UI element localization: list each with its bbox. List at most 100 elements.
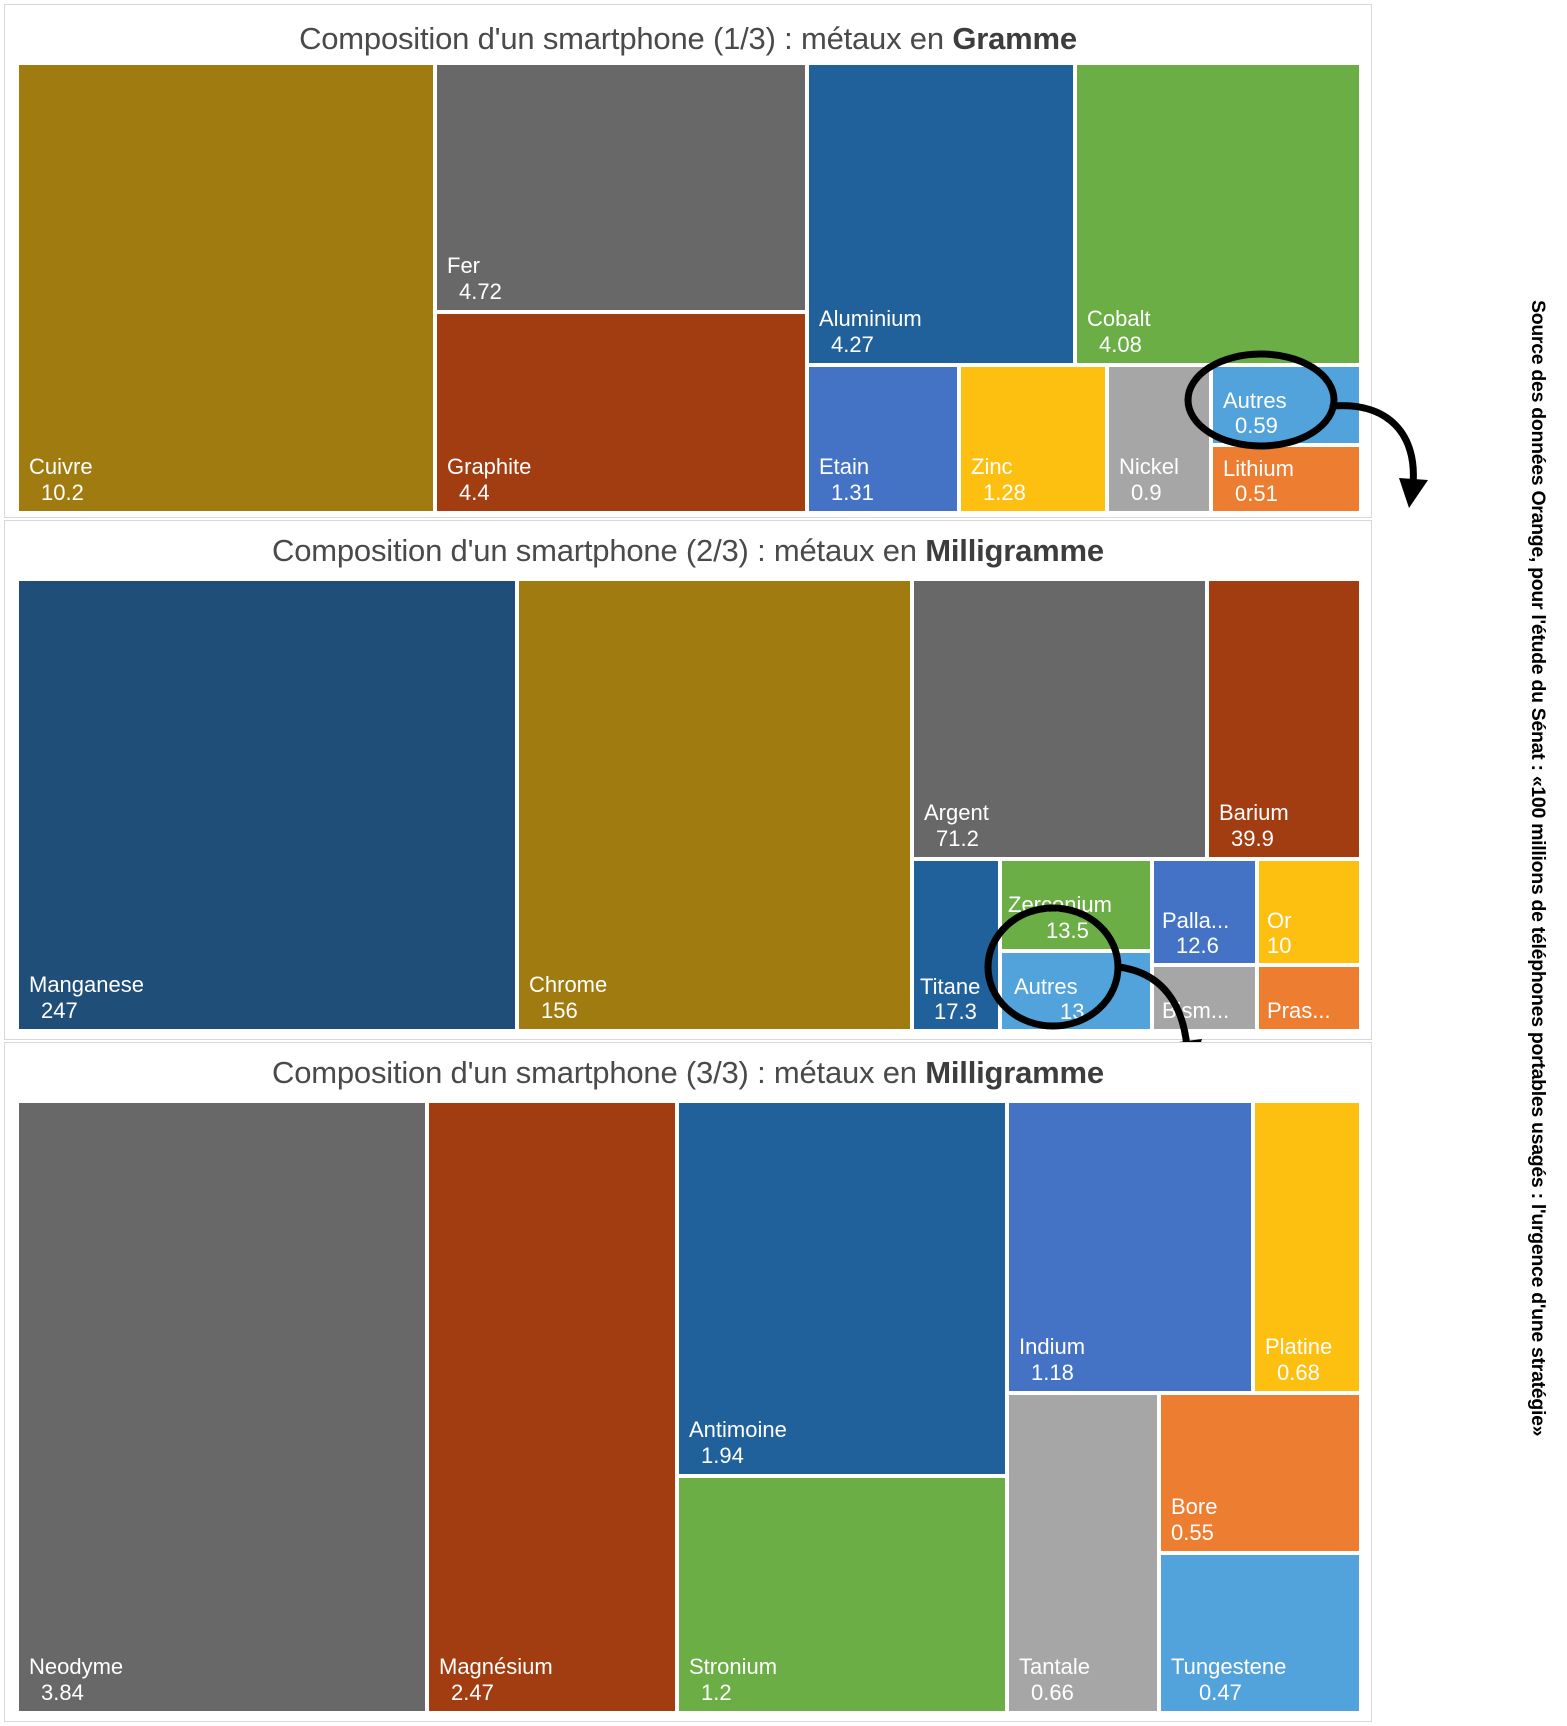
tile-label-name: Bore <box>1171 1494 1218 1519</box>
tile-label-name: Nickel <box>1119 454 1179 479</box>
tile-label-name: Stronium <box>689 1654 778 1679</box>
tile-label-value: 4.72 <box>459 279 502 304</box>
tile-label-value: 71.2 <box>936 826 979 851</box>
panel-2: Composition d'un smartphone (2/3) : méta… <box>4 520 1372 1040</box>
tile-label-name: Fer <box>447 253 480 278</box>
tile-label-name: Graphite <box>447 454 532 479</box>
tile-label-name: Etain <box>819 454 870 479</box>
tile-label-value: 1.31 <box>831 480 874 505</box>
tile-manganese[interactable]: Manganese 247 <box>17 579 517 1031</box>
panel-1-title: Composition d'un smartphone (1/3) : méta… <box>5 21 1371 57</box>
tile-label-value: 0.9 <box>1131 480 1162 505</box>
panel-2-title-prefix: Composition d'un smartphone (2/3) : méta… <box>272 533 926 568</box>
tile-label-name: Lithium <box>1223 456 1294 481</box>
tile-label-value: 10 <box>1267 933 1292 958</box>
tile-label-name: Zerconium <box>1008 892 1112 917</box>
tile-label-value: 4.08 <box>1099 332 1142 357</box>
tile-label-name: Autres <box>1223 388 1287 413</box>
tile-platine[interactable]: Platine 0.68 <box>1253 1101 1361 1393</box>
tile-label-value: 4.4 <box>459 480 490 505</box>
tile-label-name: Titane <box>920 974 981 999</box>
tile-cobalt[interactable]: Cobalt 4.08 <box>1075 63 1361 365</box>
tile-lithium[interactable]: Lithium 0.51 <box>1211 445 1361 513</box>
tile-label-value: 39.9 <box>1231 826 1274 851</box>
tile-label-value: 2.47 <box>451 1680 494 1705</box>
source-note: Source des données Orange, pour l'étude … <box>1527 300 1549 1437</box>
tile-label-name: Magnésium <box>439 1654 553 1679</box>
tile-autres[interactable]: Autres 0.59 <box>1211 365 1361 445</box>
tile-barium[interactable]: Barium 39.9 <box>1207 579 1361 859</box>
tile-label-name: Indium <box>1019 1334 1086 1359</box>
panel-2-title-unit: Milligramme <box>925 533 1104 568</box>
tile-label-name: Cobalt <box>1087 306 1151 331</box>
tile-tantale[interactable]: Tantale 0.66 <box>1007 1393 1159 1713</box>
tile-antimoine[interactable]: Antimoine 1.94 <box>677 1101 1007 1476</box>
tile-label-value: 12.6 <box>1176 933 1219 958</box>
tile-label-value: 17.3 <box>934 999 977 1024</box>
tile-label-name: Cuivre <box>29 454 93 479</box>
tile-label-value: 1.2 <box>701 1680 732 1705</box>
tile-label-value: 0.47 <box>1199 1680 1242 1705</box>
tile-label-name: Argent <box>924 800 989 825</box>
tile-label-name: Aluminium <box>819 306 922 331</box>
tile-label-value: 13.5 <box>1046 918 1089 943</box>
tile-indium[interactable]: Indium 1.18 <box>1007 1101 1253 1393</box>
tile-label-name: Chrome <box>529 972 608 997</box>
tile-label-name: Bism... <box>1162 998 1230 1023</box>
tile-label-name: Antimoine <box>689 1417 787 1442</box>
tile-autres[interactable]: Autres 13 <box>1000 951 1152 1031</box>
treemap-3: Neodyme 3.84 Magnésium 2.47 Antimoine 1.… <box>17 1101 1361 1713</box>
tile-zerconium[interactable]: Zerconium 13.5 <box>1000 859 1152 951</box>
panel-2-title: Composition d'un smartphone (2/3) : méta… <box>5 533 1371 569</box>
tile-label-name: Or <box>1267 908 1292 933</box>
panel-1-title-prefix: Composition d'un smartphone (1/3) : méta… <box>299 21 953 56</box>
tile-label-value: 3.84 <box>41 1680 84 1705</box>
arrow-head-icon <box>1399 478 1428 508</box>
tile-titane[interactable]: Titane 17.3 <box>912 859 1000 1031</box>
tile-label-name: Neodyme <box>29 1654 124 1679</box>
tile-label-value: 13 <box>1060 999 1085 1024</box>
tile-label-name: Manganese <box>29 972 144 997</box>
tile-aluminium[interactable]: Aluminium 4.27 <box>807 63 1075 365</box>
tile-label-name: Zinc <box>971 454 1013 479</box>
tile-argent[interactable]: Argent 71.2 <box>912 579 1207 859</box>
tile-label-value: 0.51 <box>1235 481 1278 506</box>
tile-label-name: Tungestene <box>1171 1654 1287 1679</box>
tile-label-name: Autres <box>1014 974 1078 999</box>
treemap-2: Manganese 247 Chrome 156 Argent 71.2 Bar… <box>17 579 1361 1031</box>
figure-root: Composition d'un smartphone (1/3) : méta… <box>0 0 1567 1726</box>
tile-label-name: Tantale <box>1019 1654 1090 1679</box>
tile-label-name: Barium <box>1219 800 1289 825</box>
tile-fer[interactable]: Fer 4.72 <box>435 63 807 312</box>
tile-zinc[interactable]: Zinc 1.28 <box>959 365 1107 513</box>
tile-praseodyme[interactable]: Pras... <box>1257 965 1361 1031</box>
tile-magnesium[interactable]: Magnésium 2.47 <box>427 1101 677 1713</box>
tile-label-value: 0.55 <box>1171 1520 1214 1545</box>
tile-tungestene[interactable]: Tungestene 0.47 <box>1159 1553 1361 1713</box>
tile-label-value: 1.94 <box>701 1443 744 1468</box>
tile-nickel[interactable]: Nickel 0.9 <box>1107 365 1211 513</box>
tile-chrome[interactable]: Chrome 156 <box>517 579 912 1031</box>
tile-bore[interactable]: Bore 0.55 <box>1159 1393 1361 1553</box>
tile-label-value: 1.28 <box>983 480 1026 505</box>
tile-label-value: 156 <box>541 998 578 1023</box>
tile-label-value: 0.66 <box>1031 1680 1074 1705</box>
tile-label-name: Pras... <box>1267 998 1331 1023</box>
panel-3-title-prefix: Composition d'un smartphone (3/3) : méta… <box>272 1055 926 1090</box>
tile-bismuth[interactable]: Bism... <box>1152 965 1257 1031</box>
treemap-1: Cuivre 10.2 Fer 4.72 Graphite 4.4 Alumin… <box>17 63 1361 513</box>
tile-graphite[interactable]: Graphite 4.4 <box>435 312 807 513</box>
panel-3-title-unit: Milligramme <box>925 1055 1104 1090</box>
panel-1: Composition d'un smartphone (1/3) : méta… <box>4 4 1372 518</box>
tile-label-name: Palla... <box>1162 908 1230 933</box>
tile-label-value: 1.18 <box>1031 1360 1074 1385</box>
tile-or[interactable]: Or 10 <box>1257 859 1361 965</box>
tile-etain[interactable]: Etain 1.31 <box>807 365 959 513</box>
tile-neodyme[interactable]: Neodyme 3.84 <box>17 1101 427 1713</box>
panel-3-title: Composition d'un smartphone (3/3) : méta… <box>5 1055 1371 1091</box>
panel-3: Composition d'un smartphone (3/3) : méta… <box>4 1042 1372 1722</box>
panel-1-title-unit: Gramme <box>952 21 1077 56</box>
tile-stronium[interactable]: Stronium 1.2 <box>677 1476 1007 1713</box>
tile-cuivre[interactable]: Cuivre 10.2 <box>17 63 435 513</box>
tile-palladium[interactable]: Palla... 12.6 <box>1152 859 1257 965</box>
